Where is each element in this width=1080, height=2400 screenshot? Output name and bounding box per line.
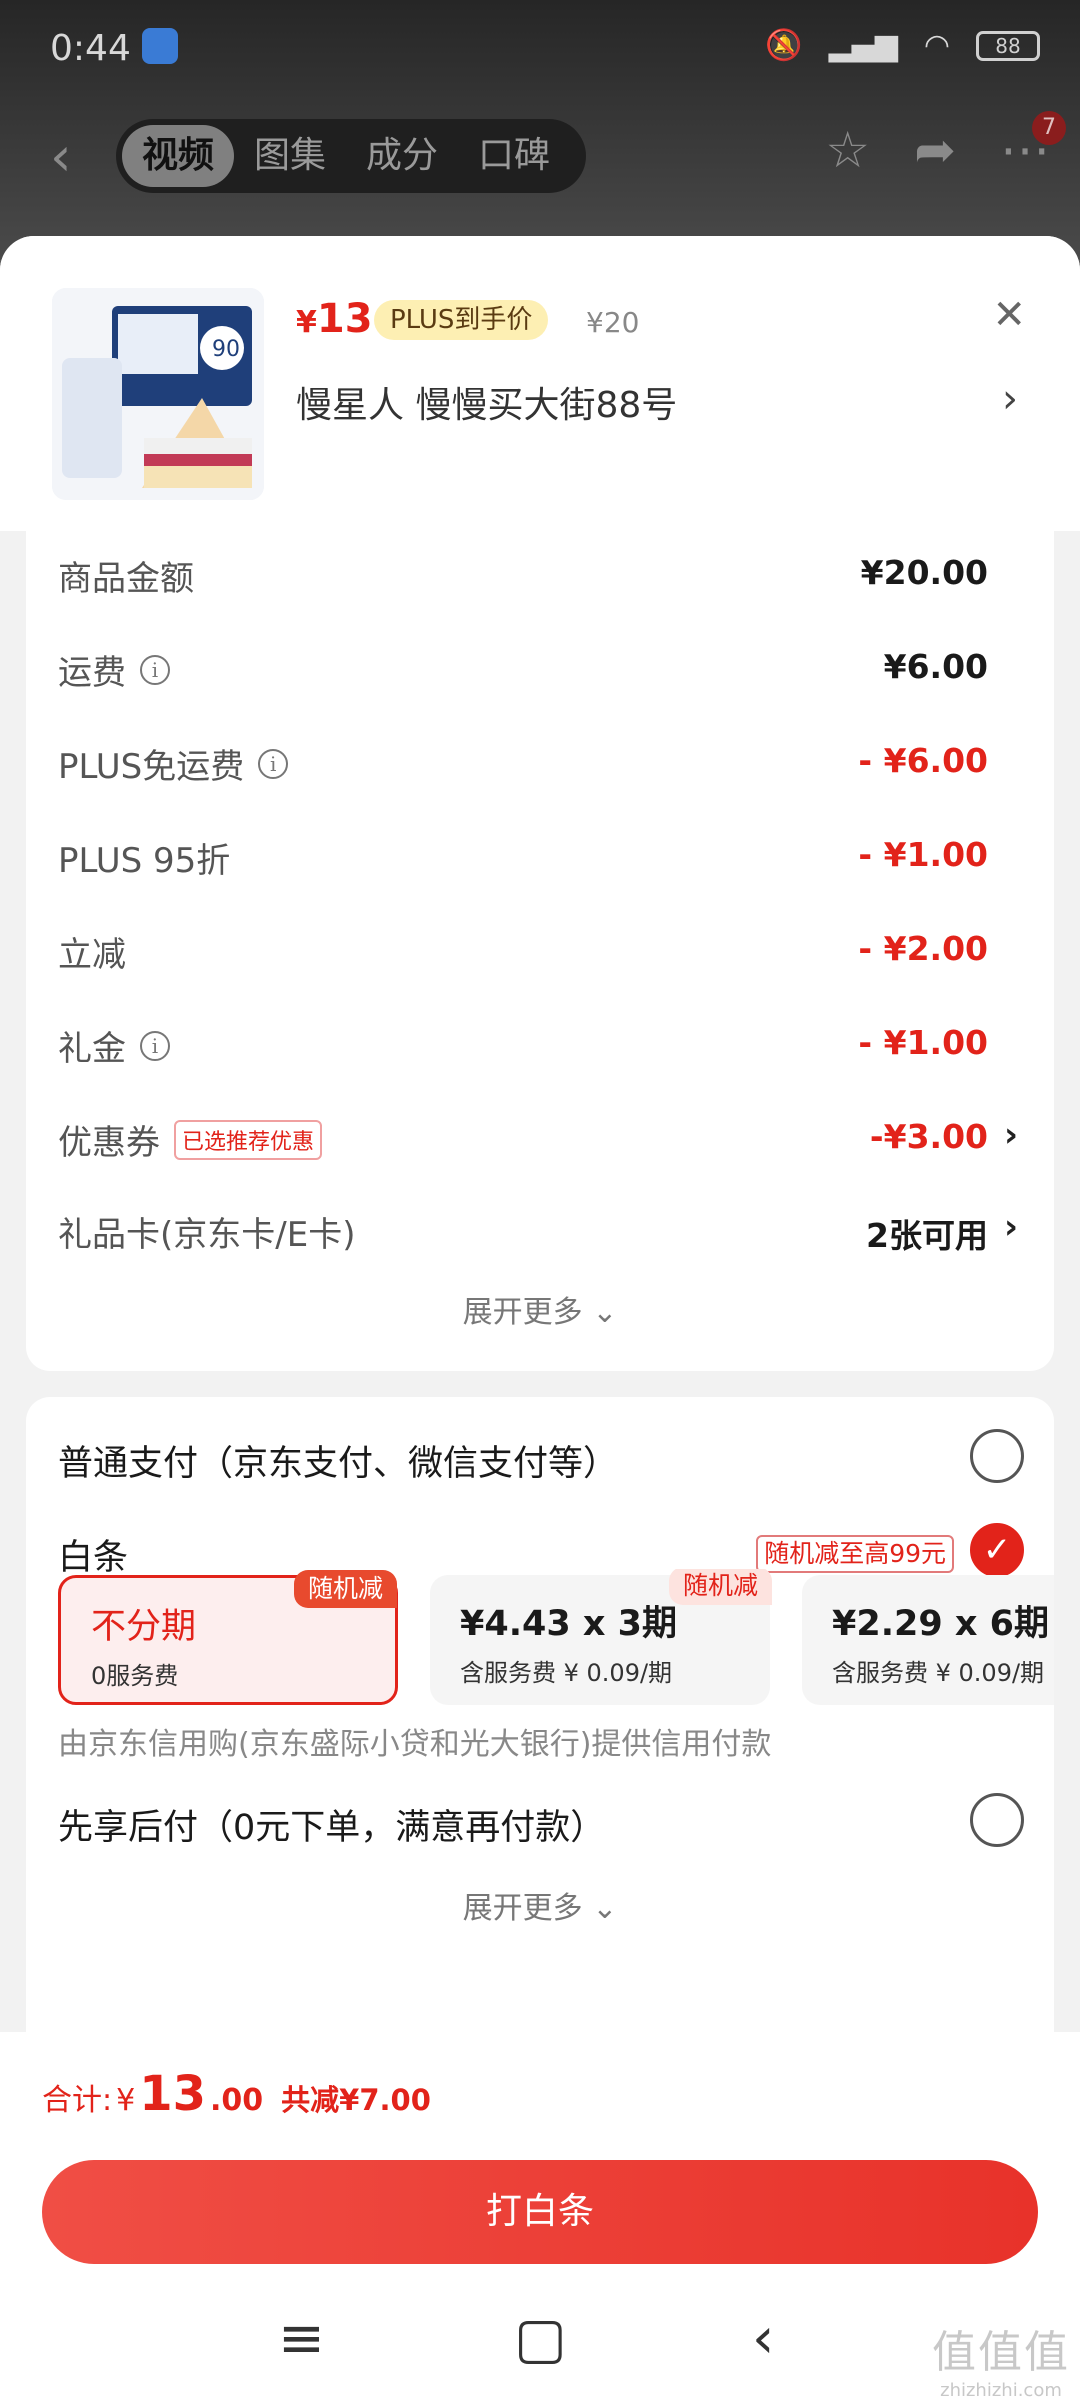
credit-provider-note: 由京东信用购(京东盛际小贷和光大银行)提供信用付款 [58, 1727, 772, 1762]
mute-icon: 🔕 [765, 28, 803, 63]
tab-bar: 视频 图集 成分 口碑 [116, 119, 586, 193]
coupon-tag: 已选推荐优惠 [174, 1119, 323, 1160]
chevron-right-icon[interactable]: › [1004, 1207, 1018, 1247]
expand-more-payment[interactable]: 展开更多 ⌄ [26, 1883, 1054, 1927]
baitiao-promo-tag: 随机减至高99元 [756, 1535, 954, 1573]
total-savings: 共减¥7.00 [281, 2083, 431, 2117]
tab-gallery[interactable]: 图集 [234, 125, 346, 187]
installment-plans: 不分期 0服务费 随机减 ¥4.43 x 3期 含服务费 ¥ 0.09/期 随机… [58, 1569, 1054, 1709]
plan-6-installments[interactable]: ¥2.29 x 6期 含服务费 ¥ 0.09/期 [802, 1575, 1054, 1705]
payment-options: 普通支付（京东支付、微信支付等） 白条 随机减至高99元 ✓ 不分期 0服务费 … [26, 1397, 1054, 2057]
back-arrow-icon[interactable]: ‹ [50, 125, 72, 188]
system-nav-bar: ≡ ▢ ‹ 值值值 zhizhizhi.com [0, 2296, 1080, 2400]
summary-row-plus-free-shipping: PLUS免运费 i - ¥6.00 [58, 741, 988, 787]
status-bar: 0:44 🔕 ▂▄▆ ◠ 88 [0, 0, 1080, 100]
chevron-down-icon: ⌄ [592, 1295, 618, 1330]
tab-video[interactable]: 视频 [122, 125, 235, 187]
pay-option-normal[interactable]: 普通支付（京东支付、微信支付等） [26, 1425, 1054, 1495]
app-notification-icon [142, 28, 178, 64]
close-icon[interactable]: ✕ [992, 292, 1026, 338]
info-icon[interactable]: i [140, 1030, 170, 1061]
summary-row-gift-card[interactable]: 礼品卡(京东卡/E卡) 2张可用 › [26, 1199, 1054, 1259]
chevron-right-icon[interactable]: › [1004, 1115, 1018, 1155]
summary-row-subtotal: 商品金额 ¥20.00 [58, 553, 988, 599]
chevron-down-icon: ⌄ [592, 1891, 618, 1926]
back-icon[interactable]: ‹ [752, 2306, 774, 2371]
status-time: 0:44 [50, 28, 131, 69]
top-nav: ‹ 视频 图集 成分 口碑 ☆ ➦ ⋯ 7 [0, 111, 1080, 195]
expand-more-summary[interactable]: 展开更多 ⌄ [26, 1287, 1054, 1331]
product-image: 90 [52, 288, 264, 500]
radio-normal-pay[interactable] [970, 1429, 1024, 1483]
checkout-footer: 合计: ¥ 13.00 共减¥7.00 打白条 ≡ ▢ ‹ 值值值 zhizhi… [0, 2032, 1080, 2400]
price-current: ¥13 [296, 296, 373, 342]
tab-ingredients[interactable]: 成分 [346, 125, 458, 187]
home-icon[interactable]: ▢ [514, 2306, 567, 2371]
random-discount-badge: 随机减 [293, 1570, 397, 1608]
more-icon[interactable]: ⋯ 7 [1000, 111, 1066, 179]
status-icons: 🔕 ▂▄▆ ◠ 88 [765, 28, 1040, 63]
price-summary: 商品金额 ¥20.00 运费 i ¥6.00 PLUS免运费 i - ¥6.00 P… [26, 531, 1054, 1371]
product-header: 90 ¥13 PLUS到手价 ¥20 ✕ 慢星人 慢慢买大街88号 › [0, 236, 1080, 531]
plan-3-installments[interactable]: ¥4.43 x 3期 含服务费 ¥ 0.09/期 随机减 [430, 1569, 772, 1705]
plus-price-tag: PLUS到手价 [374, 300, 549, 340]
signal-icon: ▂▄▆ [828, 28, 898, 63]
battery-icon: 88 [976, 30, 1040, 61]
summary-row-shipping: 运费 i ¥6.00 [58, 647, 988, 693]
radio-pay-later[interactable] [970, 1793, 1024, 1847]
pay-baitiao-button[interactable]: 打白条 [42, 2160, 1038, 2264]
menu-icon[interactable]: ≡ [278, 2306, 325, 2371]
info-icon[interactable]: i [140, 654, 170, 685]
price-original: ¥20 [586, 306, 640, 339]
share-icon[interactable]: ➦ [914, 121, 956, 179]
tab-reviews[interactable]: 口碑 [458, 125, 570, 187]
watermark: 值值值 zhizhizhi.com [932, 2327, 1070, 2400]
order-total: 合计: ¥ 13.00 共减¥7.00 [42, 2066, 431, 2122]
summary-row-plus-discount: PLUS 95折 - ¥1.00 [58, 835, 988, 881]
random-discount-badge: 随机减 [668, 1569, 772, 1605]
info-icon[interactable]: i [258, 748, 289, 779]
summary-row-coupon[interactable]: 优惠券 已选推荐优惠 -¥3.00 › [26, 1107, 1054, 1167]
star-icon[interactable]: ☆ [825, 121, 870, 179]
pay-option-pay-later[interactable]: 先享后付（0元下单，满意再付款） [26, 1789, 1054, 1859]
chevron-right-icon[interactable]: › [1002, 376, 1018, 422]
shipping-address[interactable]: 慢星人 慢慢买大街88号 [296, 376, 677, 428]
plan-no-installment[interactable]: 不分期 0服务费 随机减 [58, 1570, 398, 1705]
wifi-icon: ◠ [923, 28, 950, 63]
nav-actions: ☆ ➦ ⋯ 7 [825, 111, 1066, 179]
summary-row-instant-discount: 立减 - ¥2.00 [58, 929, 988, 975]
message-badge: 7 [1032, 111, 1066, 145]
svg-text:90: 90 [212, 337, 240, 362]
summary-row-gift-money: 礼金 i - ¥1.00 [58, 1023, 988, 1069]
